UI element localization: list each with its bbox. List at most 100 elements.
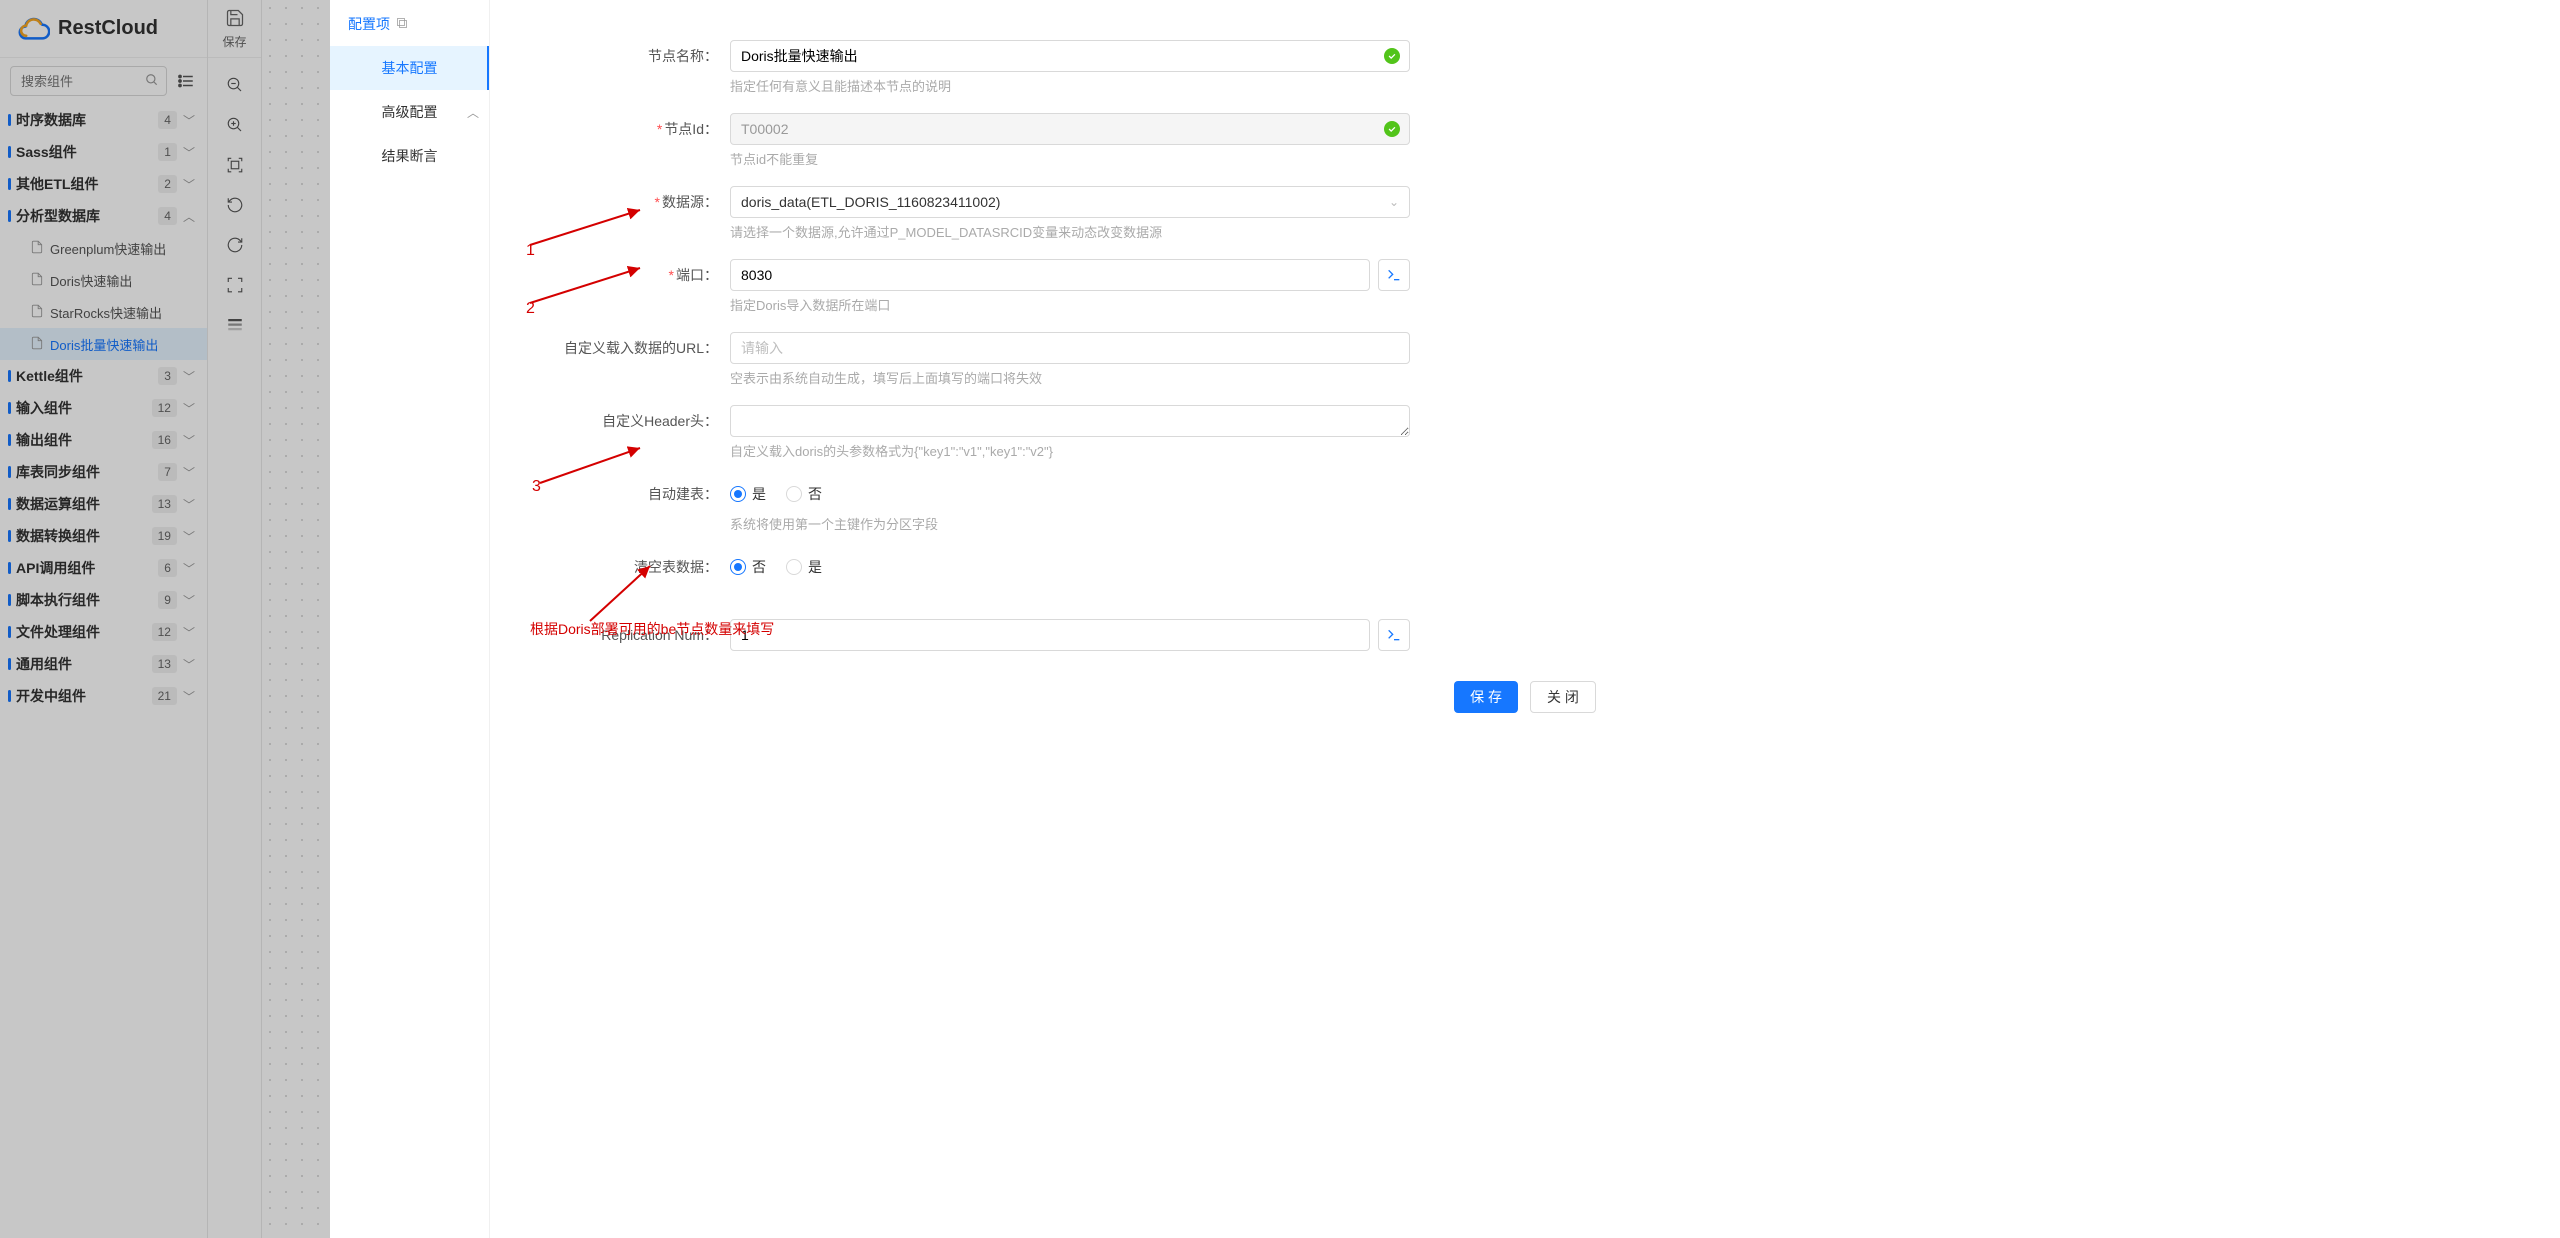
node-name-hint: 指定任何有意义且能描述本节点的说明 xyxy=(730,76,1410,95)
cloud-icon xyxy=(16,17,50,41)
chevron-icon: ﹀ xyxy=(183,176,195,193)
chevron-icon: ﹀ xyxy=(183,624,195,641)
chevron-down-icon: ⌄ xyxy=(1389,195,1399,209)
save-button[interactable]: 保存 xyxy=(208,0,261,58)
sidebar-item[interactable]: 分析型数据库4︿ xyxy=(0,200,207,232)
header-hint: 自定义载入doris的头参数格式为{"key1":"v1","key1":"v2… xyxy=(730,441,1410,460)
chevron-icon: ﹀ xyxy=(183,464,195,481)
search-input-wrap xyxy=(10,66,167,96)
chevron-up-icon: ︿ xyxy=(467,104,479,121)
file-icon xyxy=(30,336,44,353)
panel-save-button[interactable]: 保 存 xyxy=(1454,681,1518,713)
left-sidebar: RestCloud 时序数据库4﹀Sass组件1﹀其他ETL组件2﹀分析型数据库… xyxy=(0,0,208,1238)
datasource-hint: 请选择一个数据源,允许通过P_MODEL_DATASRCID变量来动态改变数据源 xyxy=(730,222,1410,241)
fullscreen-icon[interactable] xyxy=(224,274,246,296)
tab-close-icon[interactable] xyxy=(396,17,408,32)
sidebar-item[interactable]: 脚本执行组件9﹀ xyxy=(0,584,207,616)
sidebar-item[interactable]: Kettle组件3﹀ xyxy=(0,360,207,392)
sidebar-item[interactable]: 文件处理组件12﹀ xyxy=(0,616,207,648)
panel-title: 配置项 xyxy=(348,14,390,34)
list-toggle-icon[interactable] xyxy=(175,70,197,92)
check-icon xyxy=(1384,48,1400,64)
chevron-icon: ﹀ xyxy=(183,592,195,609)
repl-label: Replication Num： xyxy=(530,619,730,651)
header-textarea[interactable] xyxy=(730,405,1410,437)
chevron-icon: ﹀ xyxy=(183,528,195,545)
chevron-icon: ﹀ xyxy=(183,496,195,513)
sidebar-item[interactable]: Sass组件1﹀ xyxy=(0,136,207,168)
repl-input[interactable] xyxy=(730,619,1370,651)
port-input[interactable] xyxy=(730,259,1370,291)
tool-column: 保存 xyxy=(208,0,262,1238)
clear-yes-radio[interactable]: 是 xyxy=(786,557,822,577)
chevron-icon: ﹀ xyxy=(183,144,195,161)
sidebar-item[interactable]: 其他ETL组件2﹀ xyxy=(0,168,207,200)
redo-icon[interactable] xyxy=(224,234,246,256)
sidebar-item[interactable]: 输出组件16﹀ xyxy=(0,424,207,456)
check-icon xyxy=(1384,121,1400,137)
search-input[interactable] xyxy=(10,66,167,96)
sidebar-subitem[interactable]: Doris快速输出 xyxy=(0,264,207,296)
zoom-in-icon[interactable] xyxy=(224,114,246,136)
node-id-label: *节点Id： xyxy=(530,113,730,145)
search-icon[interactable] xyxy=(145,73,159,90)
datasource-value: doris_data(ETL_DORIS_1160823411002) xyxy=(741,194,1000,210)
sidebar-item[interactable]: 开发中组件21﹀ xyxy=(0,680,207,712)
node-name-label: 节点名称： xyxy=(530,40,730,72)
clear-no-radio[interactable]: 否 xyxy=(730,557,766,577)
tab-assert[interactable]: 结果断言 xyxy=(330,134,489,178)
file-icon xyxy=(30,240,44,257)
sidebar-item[interactable]: 输入组件12﹀ xyxy=(0,392,207,424)
chevron-icon: ︿ xyxy=(183,208,195,225)
tab-advanced[interactable]: 高级配置︿ xyxy=(330,90,489,134)
node-name-input[interactable] xyxy=(730,40,1410,72)
sidebar-subitem[interactable]: StarRocks快速输出 xyxy=(0,296,207,328)
chevron-icon: ﹀ xyxy=(183,656,195,673)
node-id-input[interactable] xyxy=(730,113,1410,145)
auto-table-hint: 系统将使用第一个主键作为分区字段 xyxy=(730,514,1410,533)
auto-table-no-radio[interactable]: 否 xyxy=(786,484,822,504)
sidebar-item[interactable]: 时序数据库4﹀ xyxy=(0,104,207,136)
load-url-hint: 空表示由系统自动生成，填写后上面填写的端口将失效 xyxy=(730,368,1410,387)
file-icon xyxy=(30,272,44,289)
panel-close-button[interactable]: 关 闭 xyxy=(1530,681,1596,713)
undo-icon[interactable] xyxy=(224,194,246,216)
panel-body: 节点名称： 指定任何有意义且能描述本节点的说明 *节点Id： 节点i xyxy=(490,0,2560,1238)
auto-table-yes-radio[interactable]: 是 xyxy=(730,484,766,504)
save-label: 保存 xyxy=(222,33,246,50)
sidebar-item[interactable]: 库表同步组件7﹀ xyxy=(0,456,207,488)
sidebar-subitem[interactable]: Doris批量快速输出 xyxy=(0,328,207,360)
datasource-select[interactable]: doris_data(ETL_DORIS_1160823411002) ⌄ xyxy=(730,186,1410,218)
config-panel: 配置项 基本配置 高级配置︿ 结果断言 节点名称： 指定任何有意义且能描述本节点… xyxy=(330,0,2560,1238)
port-label: *端口： xyxy=(530,259,730,291)
repl-expr-button[interactable] xyxy=(1378,619,1410,651)
chevron-icon: ﹀ xyxy=(183,432,195,449)
file-icon xyxy=(30,304,44,321)
panel-tabs: 基本配置 高级配置︿ 结果断言 xyxy=(330,0,490,1238)
port-hint: 指定Doris导入数据所在端口 xyxy=(730,295,1410,314)
sidebar-item[interactable]: 通用组件13﹀ xyxy=(0,648,207,680)
chevron-icon: ﹀ xyxy=(183,688,195,705)
auto-table-label: 自动建表： xyxy=(530,478,730,510)
logo-text: RestCloud xyxy=(58,17,158,40)
sidebar-item[interactable]: 数据转换组件19﹀ xyxy=(0,520,207,552)
port-expr-button[interactable] xyxy=(1378,259,1410,291)
save-icon xyxy=(225,8,245,31)
header-label: 自定义Header头： xyxy=(530,405,730,437)
chevron-icon: ﹀ xyxy=(183,400,195,417)
sidebar-item[interactable]: 数据运算组件13﹀ xyxy=(0,488,207,520)
load-url-label: 自定义载入数据的URL： xyxy=(530,332,730,364)
chevron-icon: ﹀ xyxy=(183,112,195,129)
minimap-icon[interactable] xyxy=(224,314,246,336)
component-nav: 时序数据库4﹀Sass组件1﹀其他ETL组件2﹀分析型数据库4︿Greenplu… xyxy=(0,104,207,1238)
sidebar-item[interactable]: API调用组件6﹀ xyxy=(0,552,207,584)
load-url-input[interactable] xyxy=(730,332,1410,364)
node-id-hint: 节点id不能重复 xyxy=(730,149,1410,168)
zoom-out-icon[interactable] xyxy=(224,74,246,96)
sidebar-subitem[interactable]: Greenplum快速输出 xyxy=(0,232,207,264)
chevron-icon: ﹀ xyxy=(183,560,195,577)
tab-basic[interactable]: 基本配置 xyxy=(330,46,489,90)
clear-label: 清空表数据： xyxy=(530,551,730,583)
fit-icon[interactable] xyxy=(224,154,246,176)
tab-assert-label: 结果断言 xyxy=(382,146,438,166)
